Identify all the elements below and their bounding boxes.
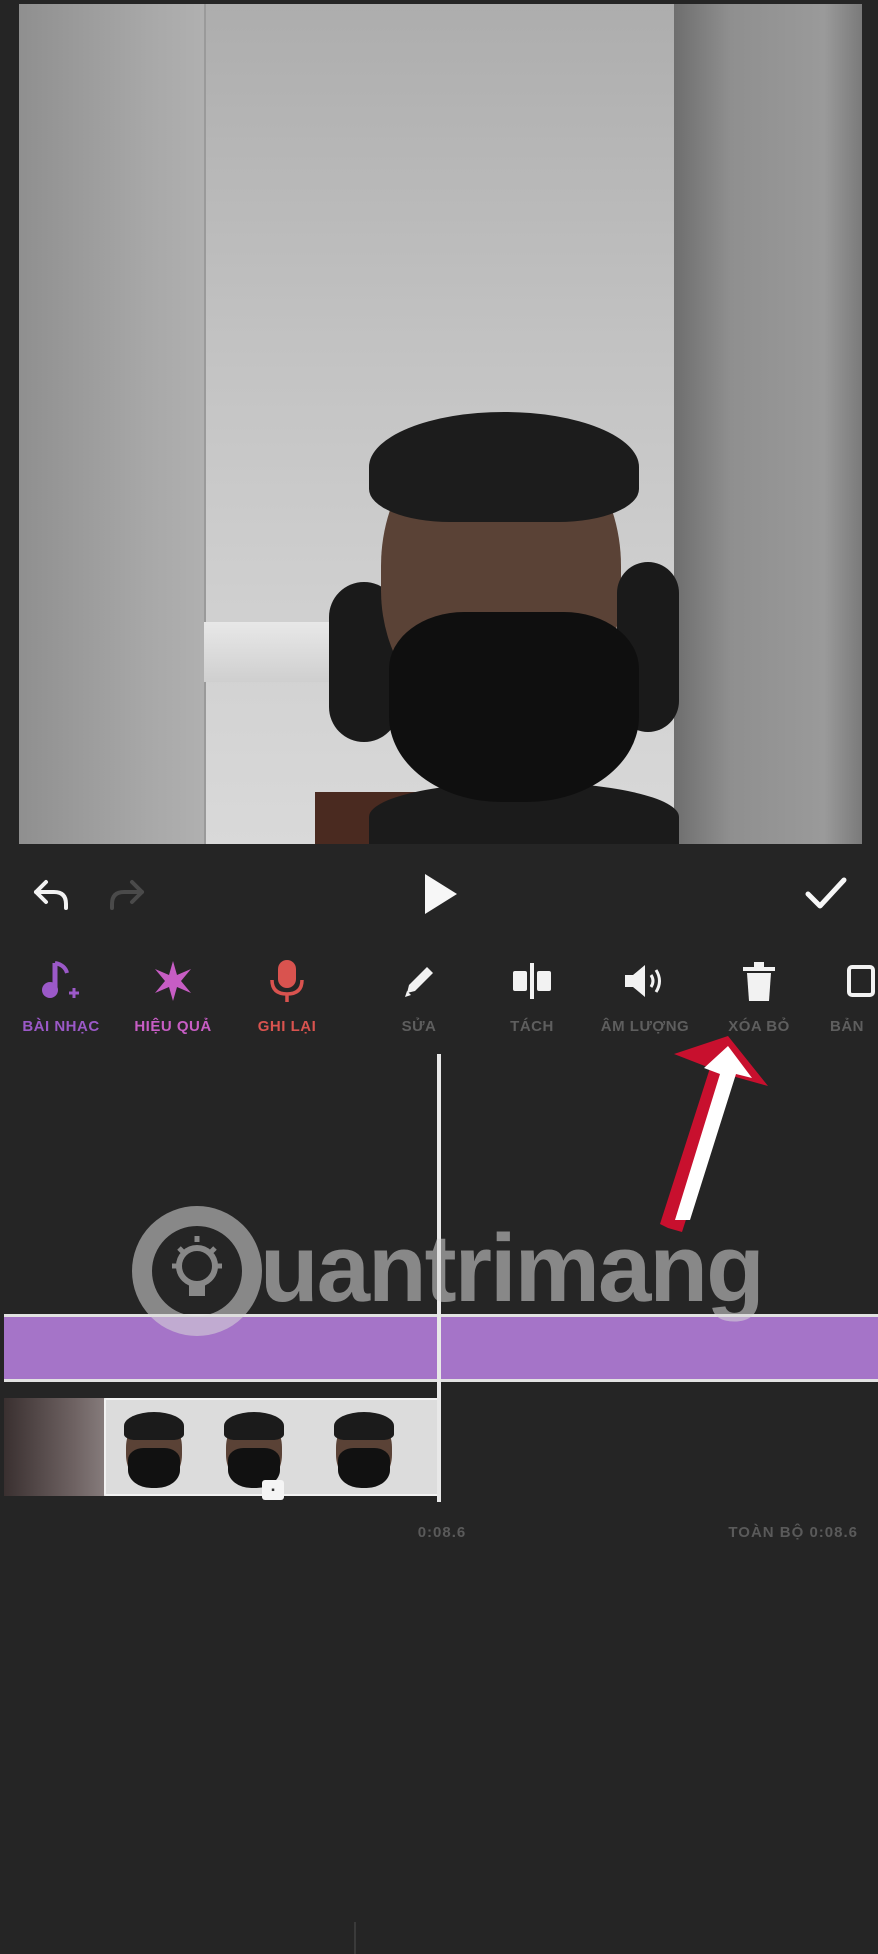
redo-button[interactable] xyxy=(96,852,156,936)
current-time: 0:08.6 xyxy=(417,1524,467,1541)
clip-frame xyxy=(4,1398,104,1496)
copy-icon xyxy=(847,965,875,997)
trash-icon xyxy=(743,962,775,1001)
toolbar-divider xyxy=(354,1922,356,1954)
pencil-icon xyxy=(405,967,433,997)
play-button[interactable] xyxy=(408,852,470,936)
undo-icon xyxy=(34,880,68,910)
microphone-icon xyxy=(270,960,304,1002)
split-icon xyxy=(513,963,551,999)
check-icon xyxy=(805,877,847,909)
transition-icon[interactable]: ▪ xyxy=(262,1480,284,1500)
tool-label: BÀI NHẠC xyxy=(22,1018,100,1035)
tool-edit[interactable]: SỬA xyxy=(364,944,474,1056)
tool-label: BẢN xyxy=(830,1018,864,1035)
total-time: TOÀN BỘ 0:08.6 xyxy=(728,1524,858,1541)
playback-controls xyxy=(0,852,878,936)
annotation-arrow-icon xyxy=(660,1036,768,1232)
done-button[interactable] xyxy=(794,852,858,936)
tool-label: SỬA xyxy=(401,1018,437,1035)
play-icon xyxy=(425,874,457,914)
sparkle-icon xyxy=(155,961,191,1001)
tool-effects[interactable]: HIỆU QUẢ xyxy=(118,944,228,1056)
tool-label: GHI LẠI xyxy=(257,1018,317,1035)
lightbulb-logo-icon xyxy=(132,1206,262,1336)
video-preview[interactable] xyxy=(19,4,862,844)
video-clips[interactable]: ▪ xyxy=(4,1398,440,1500)
tool-copy[interactable]: BẢN xyxy=(816,944,878,1056)
tool-music[interactable]: BÀI NHẠC xyxy=(6,944,116,1056)
undo-button[interactable] xyxy=(22,852,82,936)
volume-icon xyxy=(625,965,661,997)
tool-label: HIỆU QUẢ xyxy=(134,1018,212,1035)
person-in-video xyxy=(329,412,679,844)
redo-icon xyxy=(110,880,144,910)
music-add-icon xyxy=(42,961,79,998)
tool-record[interactable]: GHI LẠI xyxy=(232,944,342,1056)
tool-label: TÁCH xyxy=(510,1018,554,1035)
tool-split[interactable]: TÁCH xyxy=(477,944,587,1056)
app-frame: BÀI NHẠC HIỆU QUẢ GHI LẠI SỬA TÁCH ÂM LƯ… xyxy=(0,0,878,1954)
